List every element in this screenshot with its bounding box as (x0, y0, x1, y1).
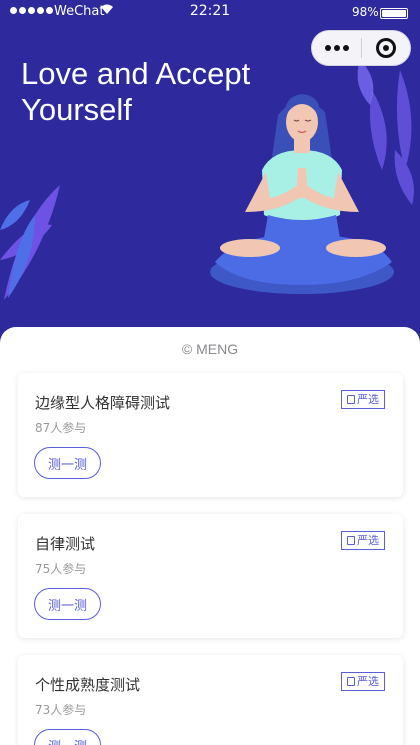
participant-count: 87人参与 (35, 421, 87, 435)
featured-tag: 严选 (341, 390, 385, 409)
take-test-button[interactable]: 测一测 (34, 588, 101, 620)
hero-title: Love and Accept Yourself (21, 56, 251, 127)
test-card[interactable]: 自律测试 75人参与 严选 测一测 (18, 514, 403, 638)
edit-icon (347, 395, 355, 404)
more-dots-icon[interactable] (312, 30, 361, 66)
test-title: 自律测试 (35, 535, 96, 553)
battery-icon (380, 8, 408, 19)
featured-tag: 严选 (341, 672, 385, 691)
featured-tag: 严选 (341, 531, 385, 550)
tag-label: 严选 (357, 534, 379, 547)
copyright-text: © MENG (181, 341, 239, 357)
test-card[interactable]: 个性成熟度测试 73人参与 严选 测一测 (18, 655, 403, 745)
tag-label: 严选 (357, 393, 379, 406)
take-test-button[interactable]: 测一测 (34, 447, 101, 479)
test-card[interactable]: 边缘型人格障碍测试 87人参与 严选 测一测 (18, 373, 403, 497)
test-title: 边缘型人格障碍测试 (35, 394, 171, 412)
tag-label: 严选 (357, 675, 379, 688)
mini-program-capsule (311, 30, 411, 66)
battery-percent: 98% (352, 5, 379, 19)
participant-count: 75人参与 (35, 562, 87, 576)
take-test-button[interactable]: 测一测 (34, 729, 101, 745)
participant-count: 73人参与 (35, 703, 87, 717)
hero-banner: WeChat 22:21 98% Love and Accept Yoursel… (0, 0, 420, 360)
edit-icon (347, 536, 355, 545)
edit-icon (347, 677, 355, 686)
test-title: 个性成熟度测试 (35, 676, 141, 694)
test-list-sheet: © MENG 边缘型人格障碍测试 87人参与 严选 测一测 自律测试 75人参与… (0, 327, 420, 745)
target-close-icon[interactable] (362, 30, 410, 66)
status-bar: WeChat 22:21 98% (0, 0, 420, 26)
